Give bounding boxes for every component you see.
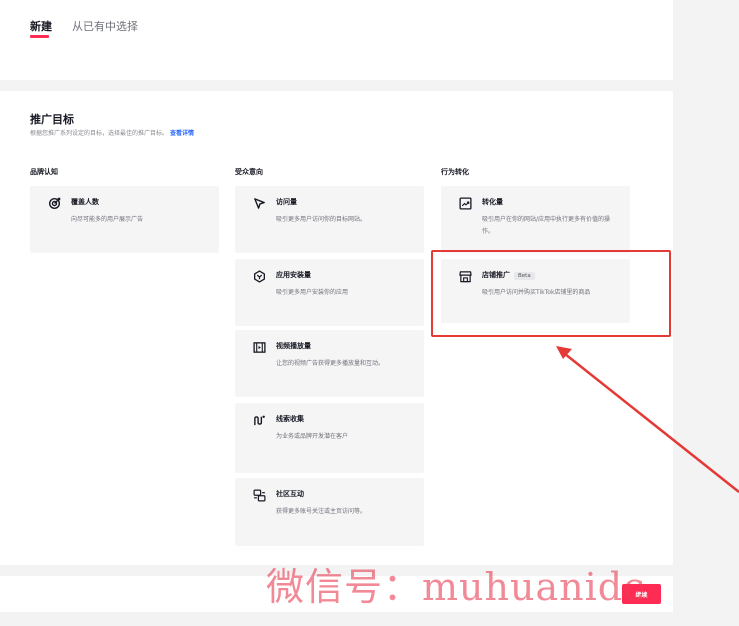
- card-title-text: 店铺推广: [482, 271, 510, 279]
- card-community-interaction[interactable]: 社区互动 获得更多账号关注或主页访问等。: [235, 478, 424, 546]
- card-title: 社区互动: [276, 490, 304, 498]
- continue-button[interactable]: 继续: [622, 584, 661, 604]
- footer-bar: [0, 576, 673, 612]
- lead-icon: [254, 415, 265, 426]
- app-install-icon: [254, 270, 265, 283]
- beta-badge: Beta: [514, 272, 535, 280]
- card-title: 覆盖人数: [71, 198, 99, 206]
- tab-panel: 新建 从已有中选择: [0, 0, 673, 80]
- card-title: 转化量: [482, 198, 503, 206]
- tab-new-label: 新建: [30, 20, 52, 33]
- conversion-icon: [459, 197, 472, 210]
- column-title-brand: 品牌认知: [30, 168, 58, 176]
- card-lead-generation[interactable]: 线索收集 为业务或品牌开发潜在客户: [235, 403, 424, 473]
- card-desc: 吸引用户在你的网站/应用中执行更多有价值的操作。: [482, 216, 611, 235]
- active-tab-indicator: [30, 35, 49, 38]
- card-title: 访问量: [276, 198, 297, 206]
- goal-description-text: 根据您推广系列设定的目标，选择最佳的推广目标。: [30, 130, 169, 137]
- goal-description: 根据您推广系列设定的目标，选择最佳的推广目标。 查看详情: [30, 128, 194, 137]
- card-desc: 吸引用户访问并购买TikTok店铺里的商品: [482, 289, 591, 296]
- card-title: 线索收集: [276, 415, 304, 423]
- card-conversions[interactable]: 转化量 吸引用户在你的网站/应用中执行更多有价值的操作。: [441, 186, 630, 253]
- card-desc: 向尽可能多的用户展示广告: [71, 216, 144, 223]
- card-desc: 为业务或品牌开发潜在客户: [276, 433, 349, 440]
- reach-icon: [48, 197, 61, 210]
- card-traffic[interactable]: 访问量 吸引更多用户访问你的目标网站。: [235, 186, 424, 253]
- card-desc: 吸引更多用户安装你的应用: [276, 289, 349, 296]
- card-reach[interactable]: 覆盖人数 向尽可能多的用户展示广告: [30, 186, 219, 253]
- column-title-intent: 受众意向: [235, 168, 263, 176]
- community-icon: [253, 489, 266, 502]
- goal-title: 推广目标: [30, 113, 74, 126]
- column-title-conversion: 行为转化: [441, 168, 469, 176]
- card-desc: 让您的视频广告获得更多播放量和互动。: [276, 360, 385, 367]
- tab-existing[interactable]: 从已有中选择: [72, 18, 138, 34]
- card-video-views[interactable]: 视频播放量 让您的视频广告获得更多播放量和互动。: [235, 330, 424, 397]
- card-desc: 获得更多账号关注或主页访问等。: [276, 508, 367, 515]
- card-desc: 吸引更多用户访问你的目标网站。: [276, 216, 367, 223]
- card-title: 店铺推广 Beta: [482, 270, 535, 280]
- main-area: 新建 从已有中选择 推广目标 根据您推广系列设定的目标，选择最佳的推广目标。 查…: [0, 0, 673, 626]
- details-link[interactable]: 查看详情: [170, 130, 194, 137]
- right-gutter: [673, 0, 739, 626]
- card-app-install[interactable]: 应用安装量 吸引更多用户安装你的应用: [235, 259, 424, 326]
- cursor-icon: [254, 198, 265, 209]
- tab-new[interactable]: 新建: [30, 18, 52, 38]
- card-title: 应用安装量: [276, 271, 311, 279]
- video-icon: [253, 342, 266, 353]
- card-title: 视频播放量: [276, 342, 311, 350]
- shop-icon: [459, 271, 472, 283]
- card-shop-promotion[interactable]: 店铺推广 Beta 吸引用户访问并购买TikTok店铺里的商品: [441, 259, 630, 323]
- promotion-goal-panel: 推广目标 根据您推广系列设定的目标，选择最佳的推广目标。 查看详情 品牌认知 覆…: [0, 91, 673, 565]
